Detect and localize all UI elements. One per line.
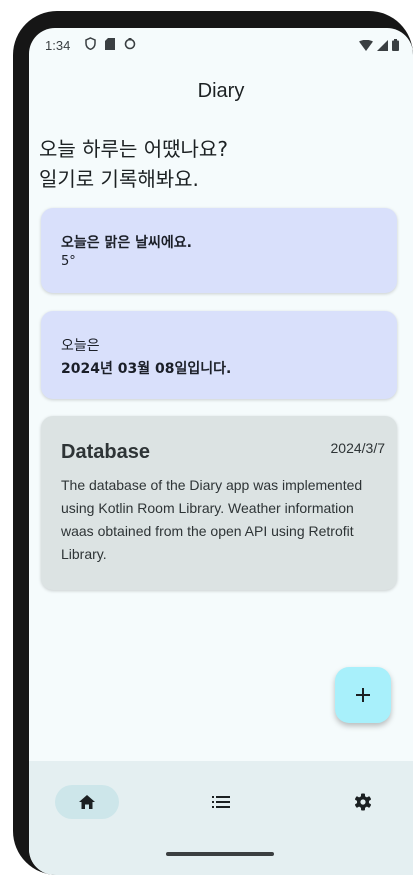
status-bar: 1:34 [29,28,413,64]
app-title: Diary [197,80,245,102]
sd-card-icon [105,37,115,50]
weather-message: 오늘은 맑은 날씨에요. [61,235,192,251]
entry-title: Database [61,441,150,463]
nav-home[interactable] [55,785,119,819]
cell-signal-icon [377,39,388,51]
gear-icon [355,793,371,811]
date-text: 2024년 03월 08일입니다. [61,361,232,377]
nav-list[interactable] [199,785,243,819]
greeting-line-1: 오늘 하루는 어땠나요? [39,137,228,161]
greeting-text: 오늘 하루는 어땠나요? 일기로 기록해봐요. [39,134,228,194]
device-frame: 1:34 Diary 오늘 하루는 어땠나요? 일기로 기록해봐요. 오늘은 맑… [13,11,413,875]
plus-icon [356,688,370,702]
list-icon [212,796,230,808]
entry-body: The database of the Diary app was implem… [61,477,363,562]
status-notification-icons [85,37,136,50]
status-time: 1:34 [45,38,71,53]
nav-settings[interactable] [341,785,385,819]
greeting-line-2: 일기로 기록해봐요. [39,167,199,191]
date-prefix: 오늘은 [61,338,100,354]
status-system-icons [359,39,399,51]
weather-card: 오늘은 맑은 날씨에요. 5° [41,208,397,293]
home-icon [79,795,95,809]
gesture-navigation-bar[interactable] [166,852,274,856]
diary-entry-card[interactable]: Database 2024/3/7 The database of the Di… [41,416,397,590]
wifi-icon [359,39,373,51]
date-card: 오늘은 2024년 03월 08일입니다. [41,311,397,399]
battery-icon [392,39,399,51]
weather-temperature: 5° [61,254,76,269]
app-screen: 1:34 Diary 오늘 하루는 어땠나요? 일기로 기록해봐요. 오늘은 맑… [29,28,413,875]
entry-date: 2024/3/7 [330,440,386,456]
bottom-navigation [29,761,413,875]
vpn-shield-icon [85,37,96,50]
add-entry-button[interactable] [335,667,391,723]
data-saver-icon [124,37,136,49]
